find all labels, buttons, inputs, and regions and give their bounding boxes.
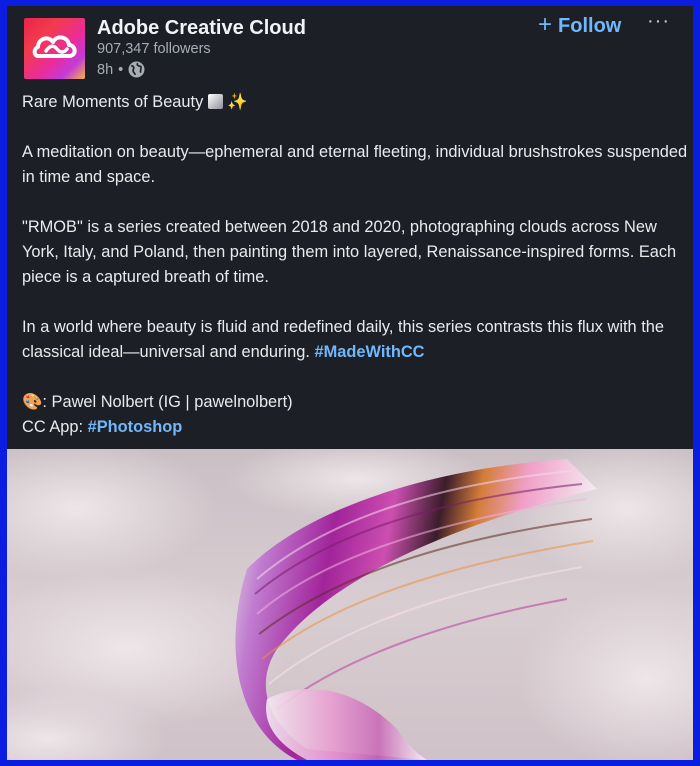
post-text: Rare Moments of Beauty ✨ A meditation on… [22, 90, 690, 440]
post-title: Rare Moments of Beauty [22, 93, 204, 111]
post-meta: 8h • [97, 61, 145, 78]
palette-emoji: 🎨 [22, 393, 43, 411]
hashtag-photoshop[interactable]: #Photoshop [88, 418, 183, 436]
more-dots-icon[interactable]: ··· [647, 10, 670, 33]
company-name[interactable]: Adobe Creative Cloud [97, 17, 306, 40]
app-label: CC App: [22, 418, 88, 436]
follower-count: 907,347 followers [97, 41, 211, 57]
post-header: Adobe Creative Cloud 907,347 followers 8… [7, 6, 693, 86]
meta-separator: • [118, 61, 124, 78]
globe-icon [128, 61, 145, 78]
post-image[interactable] [7, 449, 693, 760]
follow-button[interactable]: + Follow [538, 13, 621, 39]
frame-emoji-icon [207, 94, 223, 109]
post-age: 8h [97, 61, 114, 78]
app-line: CC App: #Photoshop [22, 415, 690, 440]
paragraph-2: "RMOB" is a series created between 2018 … [22, 218, 677, 286]
paragraph-1: A meditation on beauty—ephemeral and ete… [22, 143, 688, 186]
credit-text: : Pawel Nolbert (IG | pawelnolbert) [42, 393, 293, 411]
brushstroke-artwork [7, 449, 693, 760]
hashtag-madewithcc[interactable]: #MadeWithCC [314, 343, 424, 361]
paragraph-3: In a world where beauty is fluid and red… [22, 315, 690, 365]
credit-line: 🎨: Pawel Nolbert (IG | pawelnolbert) [22, 390, 690, 415]
follow-label: Follow [558, 14, 622, 37]
adobe-creative-cloud-logo[interactable] [24, 18, 85, 79]
post-title-line: Rare Moments of Beauty ✨ [22, 90, 690, 115]
sparkle-emoji: ✨ [227, 93, 248, 111]
plus-icon: + [538, 11, 553, 38]
post-card: Adobe Creative Cloud 907,347 followers 8… [7, 6, 693, 760]
